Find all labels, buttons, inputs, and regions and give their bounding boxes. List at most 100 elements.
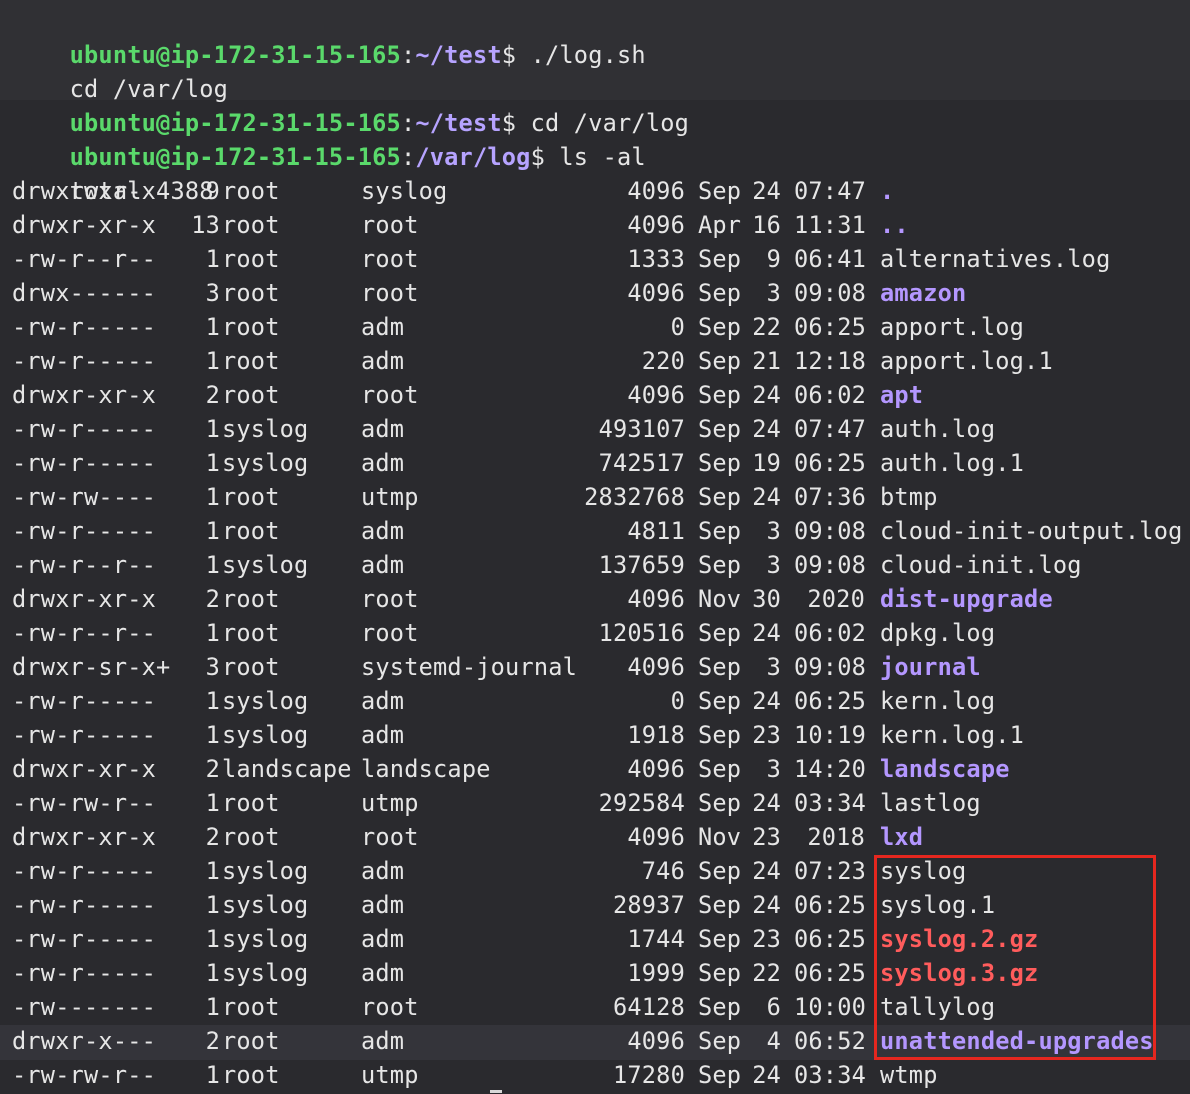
- link-count-cell: 2: [205, 1027, 220, 1055]
- permissions-cell: -rw-r-----: [12, 959, 157, 987]
- month-cell: Sep: [698, 483, 742, 511]
- day-cell: 24: [752, 415, 781, 443]
- filename-cell: journal: [880, 653, 981, 681]
- group-cell: adm: [361, 313, 405, 341]
- owner-cell: syslog: [222, 959, 309, 987]
- time-cell: 06:41: [794, 245, 867, 273]
- day-cell: 24: [752, 381, 781, 409]
- month-cell: Sep: [698, 1061, 742, 1089]
- filename-cell: kern.log.1: [880, 721, 1025, 749]
- permissions-cell: drwx------: [12, 279, 157, 307]
- permissions-cell: -rw-r-----: [12, 347, 157, 375]
- filename-cell: cloud-init-output.log: [880, 517, 1183, 545]
- time-cell: 2018: [807, 823, 865, 851]
- link-count-cell: 1: [205, 891, 220, 919]
- size-cell: 746: [641, 857, 685, 885]
- size-cell: 64128: [612, 993, 685, 1021]
- month-cell: Nov: [698, 823, 742, 851]
- listing-row: -rw-r--r-- 1 root root 120516 Sep 24 06:02 dpkg.…: [12, 616, 1182, 650]
- size-cell: 2832768: [584, 483, 685, 511]
- size-cell: 0: [670, 687, 685, 715]
- day-cell: 4: [766, 1027, 781, 1055]
- output-line: cd /var/log: [12, 38, 228, 103]
- owner-cell: root: [222, 211, 280, 239]
- owner-cell: root: [222, 517, 280, 545]
- listing-row: drwxrwxr-x 9 root syslog 4096 Sep 24 07:47.: [12, 174, 1182, 208]
- prompt-path: ~/test: [415, 41, 502, 69]
- permissions-cell: -rw-r-----: [12, 857, 157, 885]
- group-cell: adm: [361, 415, 405, 443]
- size-cell: 4096: [627, 653, 685, 681]
- size-cell: 1999: [627, 959, 685, 987]
- day-cell: 21: [752, 347, 781, 375]
- size-cell: 1744: [627, 925, 685, 953]
- time-cell: 07:47: [794, 177, 867, 205]
- owner-cell: root: [222, 245, 280, 273]
- day-cell: 3: [766, 653, 781, 681]
- month-cell: Sep: [698, 177, 742, 205]
- link-count-cell: 2: [205, 381, 220, 409]
- filename-cell: alternatives.log: [880, 245, 1111, 273]
- link-count-cell: 13: [191, 211, 220, 239]
- size-cell: 292584: [598, 789, 685, 817]
- group-cell: root: [361, 381, 419, 409]
- listing-row: -rw-r----- 1 syslog adm 742517 Sep 19 06:25 auth…: [12, 446, 1182, 480]
- time-cell: 06:25: [794, 925, 867, 953]
- day-cell: 24: [752, 857, 781, 885]
- day-cell: 24: [752, 177, 781, 205]
- month-cell: Sep: [698, 789, 742, 817]
- link-count-cell: 3: [205, 653, 220, 681]
- group-cell: root: [361, 585, 419, 613]
- link-count-cell: 1: [205, 483, 220, 511]
- link-count-cell: 1: [205, 619, 220, 647]
- size-cell: 137659: [598, 551, 685, 579]
- permissions-cell: drwxr-xr-x: [12, 823, 157, 851]
- link-count-cell: 1: [205, 721, 220, 749]
- month-cell: Sep: [698, 857, 742, 885]
- listing-row: -rw-r----- 1 syslog adm 1918 Sep 23 10:19 kern.l…: [12, 718, 1182, 752]
- group-cell: landscape: [361, 755, 491, 783]
- link-count-cell: 1: [205, 857, 220, 885]
- owner-cell: root: [222, 789, 280, 817]
- group-cell: utmp: [361, 483, 419, 511]
- group-cell: utmp: [361, 789, 419, 817]
- size-cell: 4096: [627, 177, 685, 205]
- month-cell: Sep: [698, 755, 742, 783]
- listing-row: drwxr-xr-x 13 root root 4096 Apr 16 11:31..: [12, 208, 1182, 242]
- time-cell: 07:36: [794, 483, 867, 511]
- link-count-cell: 1: [205, 517, 220, 545]
- permissions-cell: drwxr-xr-x: [12, 585, 157, 613]
- filename-cell: apport.log.1: [880, 347, 1053, 375]
- day-cell: 24: [752, 619, 781, 647]
- day-cell: 19: [752, 449, 781, 477]
- group-cell: adm: [361, 925, 405, 953]
- owner-cell: syslog: [222, 891, 309, 919]
- command-text: ./log.sh: [516, 41, 646, 69]
- group-cell: adm: [361, 517, 405, 545]
- owner-cell: root: [222, 823, 280, 851]
- permissions-cell: -rw-r-----: [12, 925, 157, 953]
- day-cell: 3: [766, 279, 781, 307]
- day-cell: 16: [752, 211, 781, 239]
- owner-cell: syslog: [222, 415, 309, 443]
- listing-row: -rw-rw-r-- 1 root utmp 292584 Sep 24 03:34 lastl…: [12, 786, 1182, 820]
- group-cell: adm: [361, 449, 405, 477]
- owner-cell: root: [222, 313, 280, 341]
- permissions-cell: -rw-r-----: [12, 687, 157, 715]
- time-cell: 09:08: [794, 551, 867, 579]
- group-cell: adm: [361, 687, 405, 715]
- permissions-cell: -rw-r-----: [12, 517, 157, 545]
- listing-row: -rw-r--r-- 1 syslog adm 137659 Sep 3 09:08 cloud…: [12, 548, 1182, 582]
- permissions-cell: -rw-------: [12, 993, 157, 1021]
- owner-cell: root: [222, 653, 280, 681]
- prompt-dollar: $: [530, 143, 545, 171]
- link-count-cell: 1: [205, 1061, 220, 1089]
- size-cell: 4096: [627, 585, 685, 613]
- link-count-cell: 1: [205, 925, 220, 953]
- size-cell: 1333: [627, 245, 685, 273]
- day-cell: 3: [766, 755, 781, 783]
- link-count-cell: 1: [205, 347, 220, 375]
- link-count-cell: 1: [205, 449, 220, 477]
- terminal-window[interactable]: ubuntu@ip-172-31-15-165:~/test$ ./log.sh…: [0, 0, 1190, 1094]
- prompt-line: ubuntu@ip-172-31-15-165:~/test$ cd /var/…: [12, 72, 689, 137]
